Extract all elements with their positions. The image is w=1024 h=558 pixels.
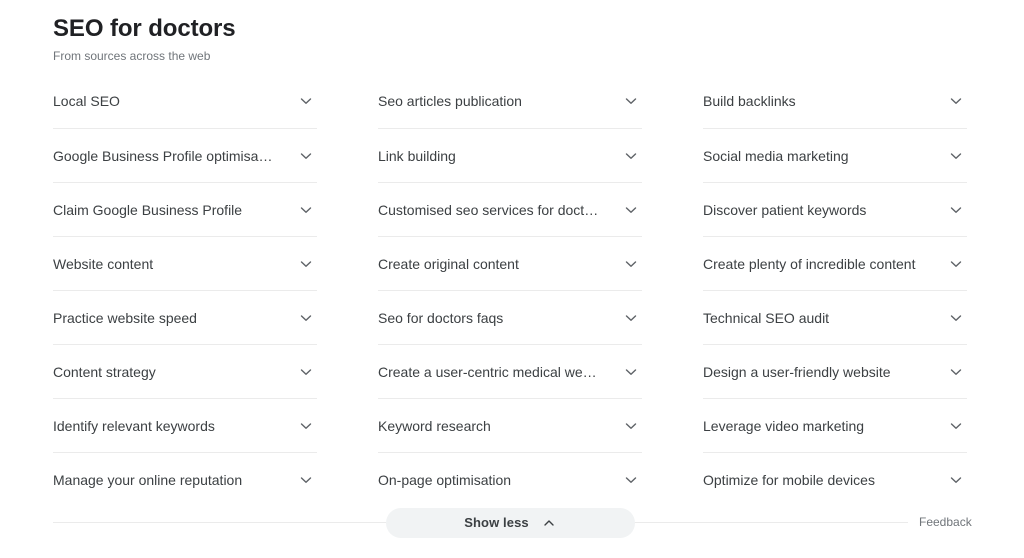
chevron-down-icon[interactable] — [622, 471, 640, 489]
accordion-item[interactable]: Technical SEO audit — [703, 290, 967, 344]
chevron-down-icon[interactable] — [947, 471, 965, 489]
accordion-item[interactable]: Social media marketing — [703, 128, 967, 182]
chevron-down-icon[interactable] — [297, 363, 315, 381]
accordion-item[interactable]: Link building — [378, 128, 642, 182]
accordion-item-label: Practice website speed — [53, 309, 197, 326]
accordion-item-label: Local SEO — [53, 93, 120, 109]
accordion-item-label: Create a user-centric medical web… — [378, 363, 605, 380]
accordion-item[interactable]: Discover patient keywords — [703, 182, 967, 236]
feedback-link[interactable]: Feedback — [919, 514, 972, 530]
accordion-item[interactable]: Local SEO — [53, 74, 317, 128]
accordion-item[interactable]: Content strategy — [53, 344, 317, 398]
accordion-item-label: Website content — [53, 255, 154, 272]
page-title: SEO for doctors — [53, 15, 236, 42]
accordion-item-label: Customised seo services for doctors — [378, 201, 604, 218]
panel-header: SEO for doctors From sources across the … — [53, 14, 236, 64]
chevron-down-icon[interactable] — [622, 92, 640, 110]
accordion-column-2: Seo articles publication Link building C… — [378, 74, 642, 506]
seo-knowledge-panel: SEO for doctors From sources across the … — [0, 0, 1024, 558]
accordion-item[interactable]: Keyword research — [378, 398, 642, 452]
chevron-down-icon[interactable] — [947, 92, 965, 110]
accordion-item-label: Claim Google Business Profile — [53, 201, 243, 218]
accordion-item-label: Create original content — [378, 255, 519, 272]
chevron-down-icon[interactable] — [297, 471, 315, 489]
chevron-down-icon[interactable] — [947, 363, 965, 381]
chevron-down-icon[interactable] — [297, 147, 315, 165]
chevron-down-icon[interactable] — [947, 147, 965, 165]
accordion-item-label: Leverage video marketing — [703, 417, 865, 434]
accordion-item[interactable]: Google Business Profile optimisation — [53, 128, 317, 182]
accordion-item-label: Technical SEO audit — [703, 309, 830, 326]
accordion-column-3: Build backlinks Social media marketing D… — [703, 74, 967, 506]
chevron-down-icon[interactable] — [947, 201, 965, 219]
accordion-item[interactable]: Claim Google Business Profile — [53, 182, 317, 236]
accordion-item[interactable]: On-page optimisation — [378, 452, 642, 506]
accordion-item-label: On-page optimisation — [378, 471, 512, 488]
accordion-item-label: Optimize for mobile devices — [703, 471, 875, 488]
accordion-item[interactable]: Practice website speed — [53, 290, 317, 344]
accordion-item-label: Seo articles publication — [378, 93, 522, 109]
chevron-down-icon[interactable] — [947, 309, 965, 327]
chevron-up-icon — [541, 515, 557, 531]
accordion-item[interactable]: Optimize for mobile devices — [703, 452, 967, 506]
chevron-down-icon[interactable] — [622, 417, 640, 435]
show-less-button[interactable]: Show less — [386, 508, 635, 538]
chevron-down-icon[interactable] — [947, 417, 965, 435]
accordion-item[interactable]: Create plenty of incredible content — [703, 236, 967, 290]
chevron-down-icon[interactable] — [622, 309, 640, 327]
accordion-item[interactable]: Identify relevant keywords — [53, 398, 317, 452]
chevron-down-icon[interactable] — [297, 417, 315, 435]
accordion-item-label: Social media marketing — [703, 147, 849, 164]
accordion-item-label: Identify relevant keywords — [53, 417, 215, 434]
accordion-item[interactable]: Design a user-friendly website — [703, 344, 967, 398]
accordion-item-label: Link building — [378, 147, 456, 164]
accordion-item-label: Discover patient keywords — [703, 201, 867, 218]
accordion-item-label: Google Business Profile optimisation — [53, 147, 282, 164]
accordion-column-1: Local SEO Google Business Profile optimi… — [53, 74, 317, 506]
chevron-down-icon[interactable] — [297, 92, 315, 110]
page-subtitle: From sources across the web — [53, 49, 211, 63]
chevron-down-icon[interactable] — [622, 201, 640, 219]
panel-footer: Show less Feedback — [0, 508, 1024, 558]
accordion-item-label: Content strategy — [53, 363, 156, 380]
accordion-item[interactable]: Customised seo services for doctors — [378, 182, 642, 236]
accordion-item[interactable]: Leverage video marketing — [703, 398, 967, 452]
chevron-down-icon[interactable] — [622, 363, 640, 381]
chevron-down-icon[interactable] — [297, 201, 315, 219]
chevron-down-icon[interactable] — [622, 147, 640, 165]
accordion-item-label: Build backlinks — [703, 93, 796, 109]
accordion-item[interactable]: Create original content — [378, 236, 642, 290]
chevron-down-icon[interactable] — [297, 309, 315, 327]
chevron-down-icon[interactable] — [297, 255, 315, 273]
accordion-item[interactable]: Create a user-centric medical web… — [378, 344, 642, 398]
accordion-item[interactable]: Website content — [53, 236, 317, 290]
accordion-item-label: Keyword research — [378, 417, 491, 434]
accordion-columns: Local SEO Google Business Profile optimi… — [53, 74, 967, 506]
show-less-label: Show less — [464, 515, 529, 530]
accordion-item[interactable]: Manage your online reputation — [53, 452, 317, 506]
accordion-item[interactable]: Seo articles publication — [378, 74, 642, 128]
accordion-item-label: Seo for doctors faqs — [378, 309, 504, 326]
accordion-item[interactable]: Seo for doctors faqs — [378, 290, 642, 344]
chevron-down-icon[interactable] — [947, 255, 965, 273]
accordion-item-label: Manage your online reputation — [53, 471, 243, 488]
chevron-down-icon[interactable] — [622, 255, 640, 273]
accordion-item-label: Design a user-friendly website — [703, 363, 891, 380]
accordion-item[interactable]: Build backlinks — [703, 74, 967, 128]
accordion-item-label: Create plenty of incredible content — [703, 255, 916, 272]
